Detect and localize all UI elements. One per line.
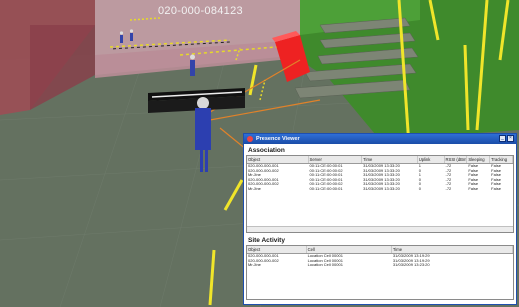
table-row[interactable]: Mr.Jine Location Cell 00001 31/03/2009 1…: [247, 263, 513, 268]
column-header[interactable]: Object: [247, 156, 309, 163]
column-header[interactable]: Server: [309, 156, 363, 163]
cell: Mr.Jine: [248, 263, 261, 268]
site-activity-header: Object Cell Time: [247, 246, 513, 254]
cell: 0: [418, 186, 421, 191]
column-header[interactable]: Uplink: [418, 156, 445, 163]
window-titlebar[interactable]: Presence Viewer _ ×: [244, 134, 516, 144]
site-activity-title: Site Activity: [248, 237, 285, 244]
column-header[interactable]: RSSI (dBm): [445, 156, 468, 163]
minimize-button[interactable]: _: [499, 135, 506, 142]
close-button[interactable]: ×: [507, 135, 514, 142]
column-header[interactable]: Sleeping: [467, 156, 491, 163]
cell: Location Cell 00001: [307, 263, 343, 268]
cell: Mr.Jine: [248, 186, 261, 191]
site-activity-table[interactable]: Object Cell Time 020-000-000-001 Locatio…: [246, 245, 514, 300]
column-header[interactable]: Object: [247, 246, 307, 253]
scene-cell-label: 020-000-084123: [158, 5, 243, 17]
cell: -72: [445, 186, 452, 191]
association-section: Association Object Server Time Uplink RS…: [246, 146, 514, 233]
app-icon: [247, 136, 253, 142]
window-title: Presence Viewer: [256, 136, 300, 142]
cell: 31/03/2009 13:33:20: [363, 186, 400, 191]
column-header[interactable]: Cell: [307, 246, 392, 253]
association-title: Association: [248, 147, 285, 154]
association-header: Object Server Time Uplink RSSI (dBm) Sle…: [247, 156, 513, 164]
column-header[interactable]: Time: [392, 246, 513, 253]
cell: 00:11:CE:00:00:01: [309, 186, 343, 191]
association-table[interactable]: Object Server Time Uplink RSSI (dBm) Sle…: [246, 155, 514, 233]
site-activity-section: Site Activity Object Cell Time 020-000-0…: [246, 236, 514, 300]
cell: 31/03/2009 13:23:20: [392, 263, 430, 268]
horizontal-scrollbar[interactable]: [247, 226, 513, 232]
presence-viewer-window[interactable]: Presence Viewer _ × Association Object S…: [243, 133, 517, 305]
column-header[interactable]: Tracking: [490, 156, 513, 163]
cell: False: [468, 186, 479, 191]
cell: False: [491, 186, 501, 191]
column-header[interactable]: Time: [362, 156, 418, 163]
table-row[interactable]: Mr.Jine 00:11:CE:00:00:01 31/03/2009 13:…: [247, 187, 513, 192]
